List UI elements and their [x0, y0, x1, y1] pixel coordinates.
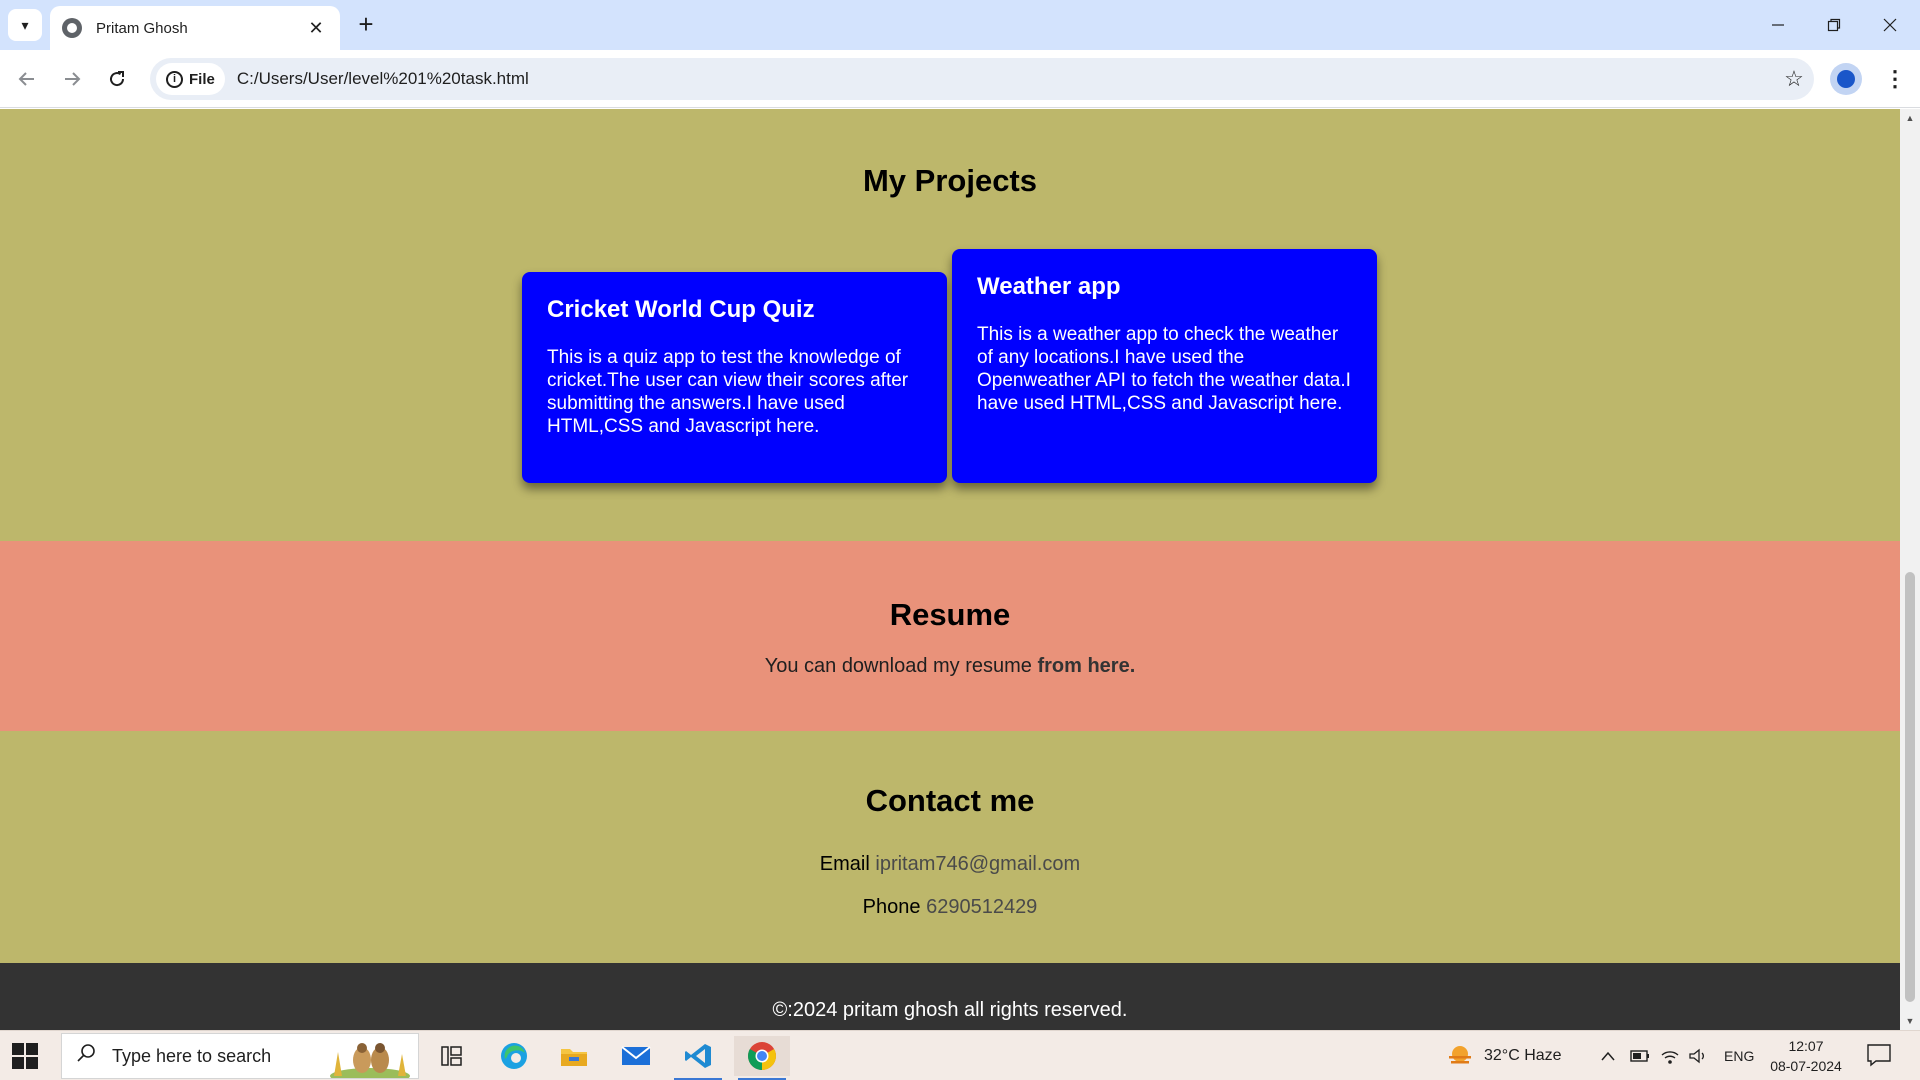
page-viewport: My Projects Cricket World Cup Quiz This …	[0, 109, 1920, 1030]
projects-title: My Projects	[862, 163, 1037, 198]
email-label: Email	[819, 853, 870, 875]
browser-tab[interactable]: Pritam Ghosh ✕	[50, 6, 340, 50]
clock-time: 12:07	[1788, 1038, 1824, 1054]
windows-taskbar: Type here to search 32°C Haze ENG 12:07 …	[0, 1030, 1920, 1080]
url-text[interactable]: C:/Users/User/level%201%20task.html	[237, 69, 1774, 89]
profile-icon[interactable]	[1830, 63, 1862, 95]
resume-text: You can download my resume from here.	[0, 655, 1900, 678]
project-card-title: Weather app	[977, 273, 1121, 300]
info-icon: i	[166, 70, 183, 88]
address-bar[interactable]: i File C:/Users/User/level%201%20task.ht…	[150, 58, 1814, 100]
contact-title: Contact me	[865, 783, 1035, 818]
mail-icon[interactable]	[608, 1036, 664, 1076]
tab-close-icon[interactable]: ✕	[304, 18, 328, 39]
forward-icon[interactable]	[57, 64, 87, 94]
search-placeholder: Type here to search	[112, 1045, 272, 1066]
contact-email-line: Email ipritam746@gmail.com	[0, 853, 1900, 876]
system-clock[interactable]: 12:07 08-07-2024	[1762, 1036, 1850, 1076]
resume-download-link[interactable]: from here.	[1037, 655, 1135, 677]
taskbar-search-box[interactable]: Type here to search	[61, 1033, 419, 1079]
projects-section: My Projects Cricket World Cup Quiz This …	[0, 109, 1900, 541]
new-tab-button[interactable]: +	[352, 10, 380, 38]
site-chip-label: File	[189, 70, 215, 88]
weather-widget[interactable]: 32°C Haze	[1446, 1031, 1562, 1080]
vertical-scrollbar[interactable]: ▲ ▼	[1900, 109, 1920, 1030]
weather-text: 32°C Haze	[1484, 1047, 1562, 1064]
resume-title: Resume	[889, 597, 1011, 632]
search-highlight-art-icon	[330, 1043, 410, 1078]
project-card-cricket-quiz: Cricket World Cup Quiz This is a quiz ap…	[522, 272, 947, 483]
wifi-icon[interactable]	[1660, 1031, 1680, 1080]
vscode-icon[interactable]	[670, 1036, 726, 1080]
language-indicator[interactable]: ENG	[1724, 1031, 1754, 1080]
web-page: My Projects Cricket World Cup Quiz This …	[0, 109, 1900, 1030]
page-footer: ©:2024 pritam ghosh all rights reserved.	[0, 963, 1900, 1030]
back-icon[interactable]	[12, 64, 42, 94]
browser-toolbar: i File C:/Users/User/level%201%20task.ht…	[0, 50, 1920, 108]
project-card-text: This is a weather app to check the weath…	[977, 324, 1351, 414]
minimize-icon[interactable]	[1750, 0, 1806, 50]
volume-icon[interactable]	[1688, 1031, 1708, 1080]
chrome-icon[interactable]	[734, 1036, 790, 1080]
footer-text: ©:2024 pritam ghosh all rights reserved.	[772, 999, 1128, 1021]
menu-icon[interactable]: ⋮	[1880, 62, 1910, 96]
clock-date: 08-07-2024	[1770, 1058, 1842, 1074]
battery-icon[interactable]	[1630, 1031, 1650, 1080]
project-card-text: This is a quiz app to test the knowledge…	[547, 347, 909, 437]
contact-phone-line: Phone 6290512429	[0, 896, 1900, 919]
tab-search-icon[interactable]: ▾	[8, 9, 42, 41]
close-icon[interactable]	[1862, 0, 1918, 50]
scroll-down-arrow-icon[interactable]: ▼	[1900, 1012, 1920, 1030]
globe-favicon-icon	[62, 18, 82, 38]
edge-icon[interactable]	[486, 1036, 542, 1076]
scrollbar-thumb[interactable]	[1905, 572, 1915, 1002]
windows-start-icon[interactable]	[12, 1043, 38, 1069]
site-info-chip[interactable]: i File	[156, 63, 225, 95]
notification-center-icon[interactable]	[1866, 1043, 1892, 1067]
haze-sun-icon	[1449, 1046, 1471, 1064]
task-view-icon[interactable]	[424, 1036, 480, 1076]
reload-icon[interactable]	[102, 64, 132, 94]
contact-section: Contact me Email ipritam746@gmail.com Ph…	[0, 731, 1900, 963]
tab-title: Pritam Ghosh	[96, 19, 188, 37]
file-explorer-icon[interactable]	[546, 1036, 602, 1076]
bookmark-star-icon[interactable]: ☆	[1774, 66, 1814, 92]
search-icon	[76, 1043, 98, 1069]
email-value[interactable]: ipritam746@gmail.com	[875, 853, 1080, 875]
scroll-up-arrow-icon[interactable]: ▲	[1900, 109, 1920, 127]
phone-label: Phone	[862, 896, 921, 918]
browser-tab-strip: ▾ Pritam Ghosh ✕ +	[0, 0, 1920, 50]
project-card-title: Cricket World Cup Quiz	[547, 296, 815, 323]
phone-value[interactable]: 6290512429	[926, 896, 1037, 918]
restore-icon[interactable]	[1806, 0, 1862, 50]
resume-text-label: You can download my resume	[764, 655, 1038, 677]
project-card-weather-app: Weather app This is a weather app to che…	[952, 249, 1377, 483]
resume-section: Resume You can download my resume from h…	[0, 541, 1900, 731]
show-hidden-icons-icon[interactable]	[1600, 1031, 1616, 1080]
